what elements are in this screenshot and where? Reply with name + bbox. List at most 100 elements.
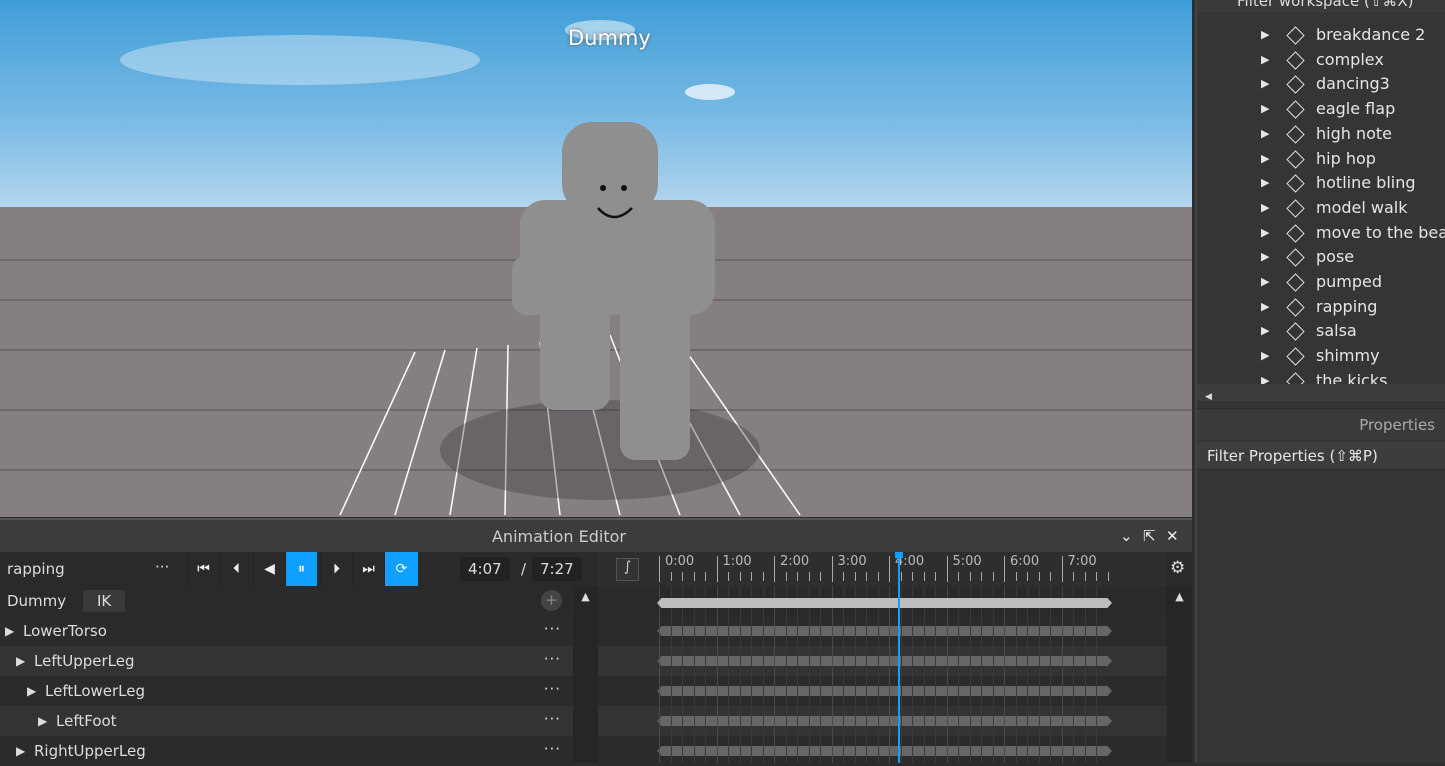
track-options-icon[interactable]: ···: [544, 674, 561, 704]
expand-arrow-icon[interactable]: ▶: [1261, 344, 1269, 368]
current-time-input[interactable]: 4:07: [460, 557, 510, 581]
expand-arrow-icon[interactable]: ▶: [1261, 48, 1269, 72]
keyframe-bar[interactable]: [657, 626, 1112, 636]
timeline-scrollbar[interactable]: ▲: [1167, 586, 1192, 763]
track-row[interactable]: ▶ LeftUpperLeg ···: [0, 646, 573, 676]
explorer-item[interactable]: ▶ hotline bling: [1197, 171, 1445, 195]
expand-arrow-icon[interactable]: ▶: [38, 706, 47, 736]
expand-arrow-icon[interactable]: ▶: [5, 616, 14, 646]
expand-arrow-icon[interactable]: ▶: [1261, 72, 1269, 96]
track-options-icon[interactable]: ···: [544, 704, 561, 734]
expand-arrow-icon[interactable]: ▶: [1261, 171, 1269, 195]
3d-viewport[interactable]: Dummy: [0, 0, 1192, 517]
minor-tick: [705, 572, 706, 581]
explorer-item-label: dancing3: [1316, 74, 1390, 94]
track-options-icon[interactable]: ···: [544, 644, 561, 674]
next-keyframe-button[interactable]: ⏵: [320, 552, 352, 586]
expand-arrow-icon[interactable]: ▶: [27, 676, 36, 706]
previous-keyframe-button[interactable]: ⏴: [220, 552, 252, 586]
explorer-horizontal-scrollbar[interactable]: ◀: [1197, 384, 1445, 402]
minor-tick: [992, 572, 994, 581]
close-icon[interactable]: ✕: [1166, 527, 1179, 545]
expand-arrow-icon[interactable]: ▶: [1261, 221, 1269, 245]
track-row[interactable]: ▶ LowerTorso ···: [0, 616, 573, 646]
add-track-button[interactable]: +: [541, 590, 562, 611]
keyframe-bar[interactable]: [657, 746, 1112, 756]
expand-arrow-icon[interactable]: ▶: [16, 736, 25, 766]
major-tick: [831, 556, 833, 582]
explorer-item[interactable]: ▶ pumped: [1197, 270, 1445, 294]
explorer-filter[interactable]: Filter workspace (⇧⌘X): [1197, 0, 1445, 12]
explorer-item[interactable]: ▶ model walk: [1197, 196, 1445, 220]
minor-tick: [682, 572, 683, 581]
explorer-item[interactable]: ▶ rapping: [1197, 295, 1445, 319]
timeline-ruler[interactable]: ∫ 0:00 1:00 2:00 3:00 4:00 5:00 6:00 7:00: [598, 552, 1167, 586]
expand-arrow-icon[interactable]: ▶: [1261, 270, 1269, 294]
settings-gear-icon[interactable]: ⚙: [1170, 558, 1185, 578]
grid-line: [866, 586, 867, 763]
explorer-item[interactable]: ▶ move to the beat: [1197, 221, 1445, 245]
grid-line: [912, 586, 913, 763]
more-options-icon[interactable]: ···: [155, 558, 169, 576]
undock-icon[interactable]: ⇱: [1143, 527, 1156, 545]
grid-line: [969, 586, 971, 763]
animation-diamond-icon: [1286, 199, 1305, 218]
explorer-item[interactable]: ▶ breakdance 2: [1197, 23, 1445, 47]
track-options-icon[interactable]: ···: [544, 614, 561, 644]
grid-line: [1015, 586, 1017, 763]
explorer-item[interactable]: ▶ pose: [1197, 245, 1445, 269]
explorer-item[interactable]: ▶ salsa: [1197, 319, 1445, 343]
grid-line: [831, 586, 833, 763]
track-label: LeftUpperLeg: [34, 652, 135, 670]
expand-arrow-icon[interactable]: ▶: [1261, 196, 1269, 220]
explorer-item[interactable]: ▶ dancing3: [1197, 72, 1445, 96]
summary-keyframe-bar[interactable]: [657, 598, 1112, 608]
keyframe-bar[interactable]: [657, 656, 1112, 666]
animation-diamond-icon: [1286, 347, 1305, 366]
playhead-handle[interactable]: [895, 552, 903, 558]
expand-arrow-icon[interactable]: ▶: [1261, 319, 1269, 343]
expand-arrow-icon[interactable]: ▶: [16, 646, 25, 676]
minor-tick: [820, 572, 821, 581]
curve-editor-icon[interactable]: ∫: [616, 558, 639, 581]
animation-name[interactable]: rapping: [7, 560, 65, 578]
expand-arrow-icon[interactable]: ▶: [1261, 295, 1269, 319]
tick-label: 5:00: [952, 554, 982, 569]
minor-tick: [762, 572, 764, 581]
track-row[interactable]: ▶ RightUpperLeg ···: [0, 736, 573, 766]
ik-button[interactable]: IK: [83, 590, 126, 612]
explorer-item-label: eagle flap: [1316, 99, 1396, 119]
animation-diamond-icon: [1286, 248, 1305, 267]
total-time-input[interactable]: 7:27: [532, 557, 582, 581]
explorer-item-label: breakdance 2: [1316, 25, 1426, 44]
expand-arrow-icon[interactable]: ▶: [1261, 369, 1269, 384]
collapse-icon[interactable]: ⌄: [1120, 527, 1133, 545]
explorer-item[interactable]: ▶ complex: [1197, 48, 1445, 72]
track-row[interactable]: ▶ LeftLowerLeg ···: [0, 676, 573, 706]
track-options-icon[interactable]: ···: [544, 734, 561, 764]
expand-arrow-icon[interactable]: ▶: [1261, 122, 1269, 146]
skip-to-start-button[interactable]: ⏮: [187, 552, 219, 586]
animation-diamond-icon: [1286, 75, 1305, 95]
skip-to-end-button[interactable]: ⏭: [352, 552, 384, 586]
grid-line: [716, 586, 718, 763]
filter-properties-input[interactable]: Filter Properties (⇧⌘P): [1197, 442, 1445, 470]
playhead[interactable]: [898, 552, 900, 763]
expand-arrow-icon[interactable]: ▶: [1261, 147, 1269, 171]
expand-arrow-icon[interactable]: ▶: [1261, 97, 1269, 121]
explorer-item[interactable]: ▶ high note: [1197, 122, 1445, 146]
explorer-item[interactable]: ▶ hip hop: [1197, 147, 1445, 171]
pause-button[interactable]: ⏸: [285, 552, 317, 586]
grid-line: [1050, 586, 1051, 763]
expand-arrow-icon[interactable]: ▶: [1261, 245, 1269, 269]
explorer-item[interactable]: ▶ the kicks: [1197, 369, 1445, 384]
keyframe-bar[interactable]: [657, 716, 1112, 726]
explorer-item[interactable]: ▶ eagle flap: [1197, 97, 1445, 121]
keyframe-bar[interactable]: [657, 686, 1112, 696]
loop-toggle[interactable]: ⟳: [384, 552, 418, 586]
expand-arrow-icon[interactable]: ▶: [1261, 23, 1269, 47]
track-row[interactable]: ▶ LeftFoot ···: [0, 706, 573, 736]
play-reverse-button[interactable]: ◀: [253, 552, 285, 586]
track-list-scrollbar[interactable]: ▲: [573, 586, 598, 763]
explorer-item[interactable]: ▶ shimmy: [1197, 344, 1445, 368]
